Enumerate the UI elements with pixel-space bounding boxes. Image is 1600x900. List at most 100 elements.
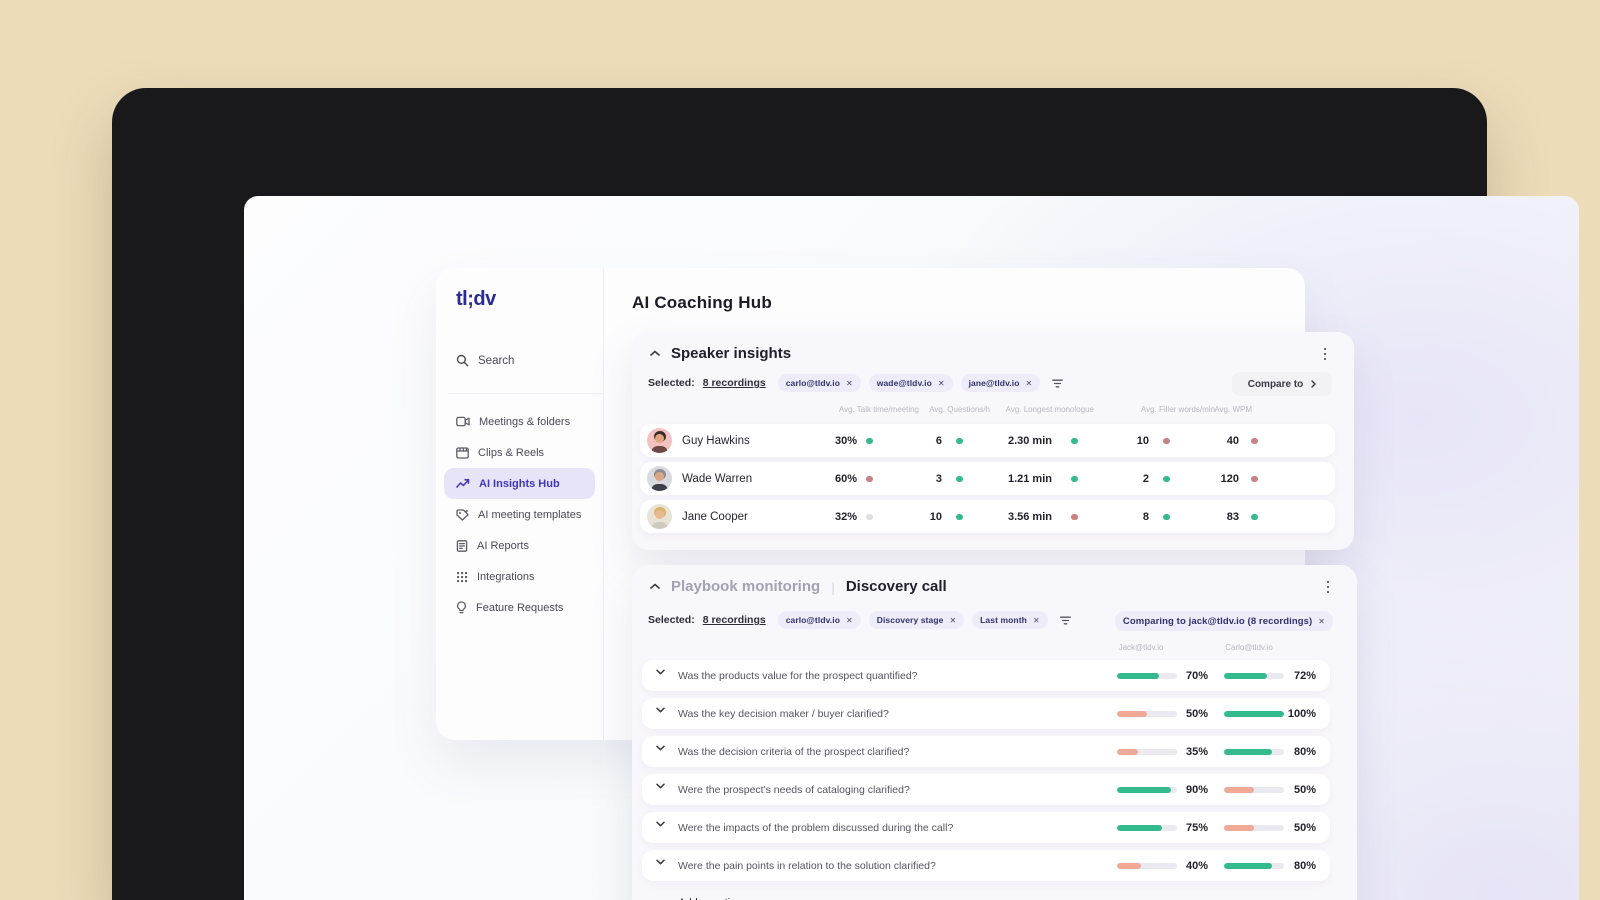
template-icon bbox=[456, 508, 469, 521]
chevron-down-icon[interactable] bbox=[656, 745, 665, 751]
filter-chip-carlo-tldv-io[interactable]: carlo@tldv.io ✕ bbox=[777, 611, 861, 629]
selected-count-link[interactable]: 8 recordings bbox=[703, 377, 766, 389]
metric-value: 2.30 min bbox=[1007, 434, 1052, 447]
sidebar-item-clips-reels[interactable]: Clips & Reels bbox=[444, 437, 595, 468]
filter-icon[interactable] bbox=[1052, 379, 1064, 388]
selected-label: Selected: bbox=[648, 614, 695, 626]
comparing-chip[interactable]: Comparing to jack@tldv.io (8 recordings)… bbox=[1114, 611, 1333, 631]
progress-value-b: 100% bbox=[1287, 707, 1316, 720]
selected-count-link[interactable]: 8 recordings bbox=[703, 614, 766, 626]
progress-bar-b bbox=[1224, 672, 1284, 679]
status-dot-green bbox=[1163, 475, 1170, 482]
chevron-down-icon[interactable] bbox=[656, 859, 665, 865]
sidebar-menu: Meetings & folders Clips & Reels AI Insigh… bbox=[444, 406, 595, 623]
progress-bar-a bbox=[1117, 672, 1177, 679]
close-icon[interactable]: ✕ bbox=[846, 379, 853, 388]
playbook-monitoring-panel: Playbook monitoring | Discovery call Sel… bbox=[632, 565, 1357, 900]
chevron-down-icon[interactable] bbox=[656, 707, 665, 713]
speaker-row-wade-warren[interactable]: Wade Warren 60% 3 1.21 min 2 120 bbox=[640, 462, 1335, 495]
sidebar-item-integrations[interactable]: Integrations bbox=[444, 561, 595, 592]
title-separator: | bbox=[831, 578, 835, 595]
sidebar-item-ai-reports[interactable]: AI Reports bbox=[444, 530, 595, 561]
progress-value-a: 90% bbox=[1185, 783, 1208, 796]
column-header-avg-longest-monologue: Avg. Longest monologue bbox=[1005, 405, 1094, 414]
progress-value-a: 75% bbox=[1185, 821, 1208, 834]
filter-chip-wade-tldv-io[interactable]: wade@tldv.io ✕ bbox=[868, 374, 953, 392]
chevron-down-icon[interactable] bbox=[656, 669, 665, 675]
question-row[interactable]: Were the pain points in relation to the … bbox=[642, 850, 1330, 881]
sidebar-item-label: Integrations bbox=[477, 570, 535, 583]
progress-value-a: 35% bbox=[1185, 745, 1208, 758]
filter-icon[interactable] bbox=[1059, 616, 1071, 625]
progress-value-b: 80% bbox=[1293, 859, 1316, 872]
close-icon[interactable]: ✕ bbox=[1026, 379, 1033, 388]
selected-label: Selected: bbox=[648, 377, 695, 389]
sidebar-item-meetings-folders[interactable]: Meetings & folders bbox=[444, 406, 595, 437]
filter-chip-last-month[interactable]: Last month ✕ bbox=[972, 611, 1048, 629]
progress-bar-b bbox=[1224, 748, 1284, 755]
status-dot-green bbox=[956, 437, 963, 444]
comparison-column-jack-tldv-io: Jack@tldv.io bbox=[1118, 643, 1164, 652]
chip-label: carlo@tldv.io bbox=[785, 378, 841, 388]
close-icon[interactable]: ✕ bbox=[949, 616, 956, 625]
metric-value: 60% bbox=[834, 472, 857, 485]
clapper-icon bbox=[456, 446, 469, 459]
status-dot-red bbox=[1163, 437, 1170, 444]
collapse-chevron-up-icon[interactable] bbox=[650, 583, 660, 590]
close-icon[interactable]: ✕ bbox=[1033, 616, 1040, 625]
question-row[interactable]: Was the decision criteria of the prospec… bbox=[642, 736, 1330, 767]
status-dot-green bbox=[1163, 513, 1170, 520]
question-text: Were the impacts of the problem discusse… bbox=[678, 821, 954, 834]
sidebar-item-ai-insights-hub[interactable]: AI Insights Hub bbox=[444, 468, 595, 499]
kebab-menu-icon[interactable] bbox=[1318, 346, 1332, 362]
progress-value-b: 80% bbox=[1293, 745, 1316, 758]
column-header-avg-wpm: Avg. WPM bbox=[1214, 405, 1252, 414]
metric-value: 83 bbox=[1226, 510, 1239, 523]
sidebar-divider bbox=[448, 393, 603, 394]
question-text: Were the pain points in relation to the … bbox=[678, 859, 936, 872]
metric-value: 10 bbox=[929, 510, 942, 523]
question-text: Was the key decision maker / buyer clari… bbox=[678, 707, 889, 720]
status-dot-red bbox=[1251, 475, 1258, 482]
close-icon[interactable]: ✕ bbox=[938, 379, 945, 388]
speaker-panel-title: Speaker insights bbox=[671, 345, 792, 362]
question-row[interactable]: Were the prospect's needs of cataloging … bbox=[642, 774, 1330, 805]
question-row[interactable]: Was the key decision maker / buyer clari… bbox=[642, 698, 1330, 729]
progress-bar-a bbox=[1117, 748, 1177, 755]
question-row[interactable]: Was the products value for the prospect … bbox=[642, 660, 1330, 691]
tldv-logo: tl;dv bbox=[456, 288, 496, 310]
sidebar-item-feature-requests[interactable]: Feature Requests bbox=[444, 592, 595, 623]
search-icon bbox=[456, 354, 469, 367]
progress-value-b: 72% bbox=[1293, 669, 1316, 682]
laptop-screen: tl;dv Search Meetings & folders Clips & R… bbox=[244, 196, 1579, 900]
speaker-row-guy-hawkins[interactable]: Guy Hawkins 30% 6 2.30 min 10 40 bbox=[640, 424, 1335, 457]
metric-value: 120 bbox=[1220, 472, 1239, 485]
kebab-menu-icon[interactable] bbox=[1321, 579, 1335, 595]
sidebar-item-label: AI Insights Hub bbox=[479, 477, 560, 490]
metric-value: 40 bbox=[1226, 434, 1239, 447]
filter-chip-carlo-tldv-io[interactable]: carlo@tldv.io ✕ bbox=[777, 374, 861, 392]
sidebar-item-label: Clips & Reels bbox=[478, 446, 545, 459]
close-icon[interactable]: ✕ bbox=[846, 616, 853, 625]
collapse-chevron-up-icon[interactable] bbox=[650, 350, 660, 357]
chip-label: jane@tldv.io bbox=[968, 378, 1020, 388]
status-dot-green bbox=[1071, 475, 1078, 482]
status-dot-green bbox=[956, 475, 963, 482]
close-icon[interactable]: ✕ bbox=[1318, 617, 1325, 626]
status-dot-green bbox=[1251, 513, 1258, 520]
chevron-down-icon[interactable] bbox=[656, 783, 665, 789]
speaker-row-jane-cooper[interactable]: Jane Cooper 32% 10 3.56 min 8 83 bbox=[640, 500, 1335, 533]
speaker-insights-panel: Speaker insights Selected: 8 recordings … bbox=[632, 332, 1354, 550]
status-dot-green bbox=[866, 437, 873, 444]
question-text: Was the products value for the prospect … bbox=[678, 669, 918, 682]
question-text: Was the decision criteria of the prospec… bbox=[678, 745, 910, 758]
video-icon bbox=[456, 416, 470, 427]
search-button[interactable]: Search bbox=[456, 354, 514, 367]
question-row[interactable]: Were the impacts of the problem discusse… bbox=[642, 812, 1330, 843]
compare-to-button[interactable]: Compare to bbox=[1232, 372, 1332, 396]
filter-chip-discovery-stage[interactable]: Discovery stage ✕ bbox=[868, 611, 965, 629]
add-question-button[interactable]: + Add question bbox=[658, 895, 742, 900]
sidebar-item-ai-meeting-templates[interactable]: AI meeting templates bbox=[444, 499, 595, 530]
filter-chip-jane-tldv-io[interactable]: jane@tldv.io ✕ bbox=[960, 374, 1041, 392]
chevron-down-icon[interactable] bbox=[656, 821, 665, 827]
